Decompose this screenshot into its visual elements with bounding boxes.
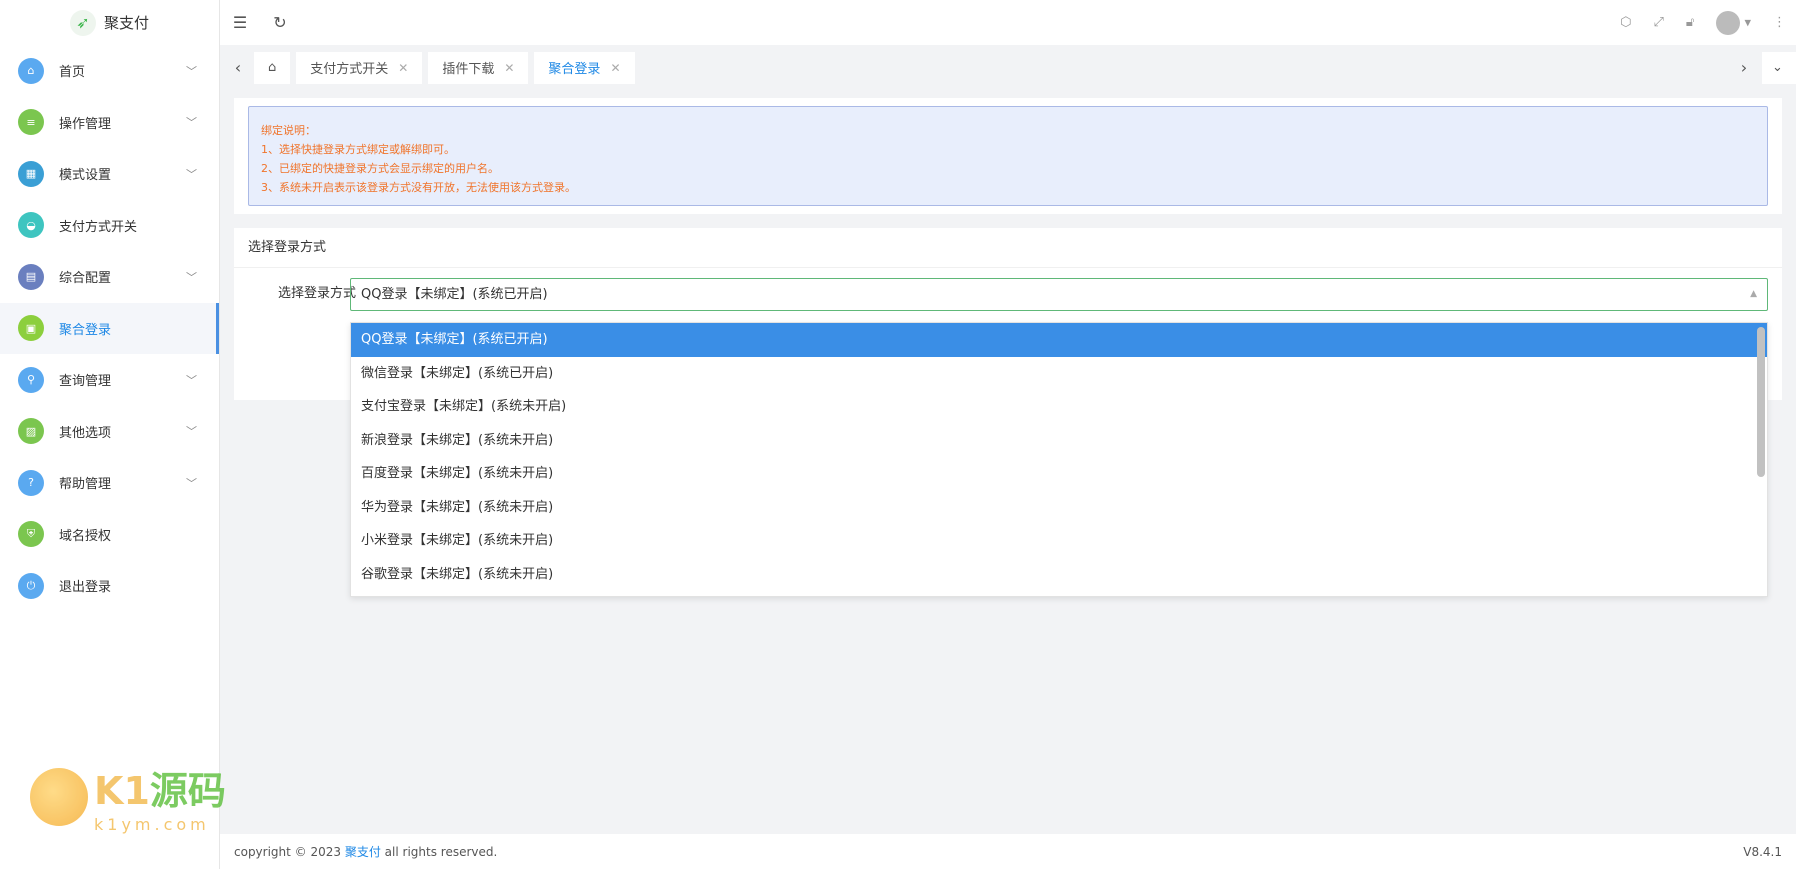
select-value: QQ登录【未绑定】(系统已开启): [361, 287, 548, 302]
version: V8.4.1: [1743, 844, 1782, 859]
sidebar-item[interactable]: ≡ 操作管理 ﹀: [0, 97, 219, 149]
watermark-logo: K1源码 k1ym.com: [30, 760, 226, 834]
tab[interactable]: 支付方式开关 ✕: [296, 51, 423, 84]
sidebar-item-label: 退出登录: [59, 580, 112, 596]
sidebar-item-label: 域名授权: [59, 528, 112, 544]
collapse-menu-icon[interactable]: ☰: [220, 13, 260, 32]
dropdown-option[interactable]: 支付宝登录【未绑定】(系统未开启): [351, 390, 1767, 424]
sidebar-item[interactable]: ▤ 综合配置 ﹀: [0, 251, 219, 303]
notice-title: 绑定说明：: [261, 124, 316, 137]
sidebar-item-label: 聚合登录: [59, 322, 112, 338]
power-icon: ⏻: [18, 572, 44, 599]
tab-home[interactable]: ⌂: [254, 51, 291, 84]
sidebar-item[interactable]: ⌂ 首页 ﹀: [0, 45, 219, 97]
help-icon: ?: [18, 469, 44, 496]
more-icon[interactable]: ⋮: [1773, 15, 1786, 30]
dropdown-option[interactable]: 华为登录【未绑定】(系统未开启): [351, 491, 1767, 525]
sidebar-item[interactable]: ⚲ 查询管理 ﹀: [0, 354, 219, 406]
sidebar-item[interactable]: ▦ 模式设置 ﹀: [0, 148, 219, 200]
book-icon: ▤: [18, 263, 44, 290]
sidebar-item[interactable]: ▨ 其他选项 ﹀: [0, 406, 219, 458]
shield-icon: ⛨: [18, 521, 44, 548]
lock-icon[interactable]: 🔓︎: [1686, 15, 1694, 30]
field-label: 选择登录方式: [277, 286, 356, 301]
avatar: [1716, 10, 1741, 35]
tabs-dropdown-icon[interactable]: ⌄: [1762, 51, 1796, 84]
chevron-down-icon: ﹀: [186, 167, 197, 181]
sidebar-item-label: 首页: [59, 65, 86, 81]
sidebar-item-label: 支付方式开关: [59, 219, 138, 235]
sidebar-item-label: 模式设置: [59, 168, 112, 184]
tab-bar: ‹ ⌂ 支付方式开关 ✕ 插件下载 ✕ 聚合登录 ✕ › ⌄: [220, 45, 1796, 90]
dropdown-option[interactable]: 新浪登录【未绑定】(系统未开启): [351, 424, 1767, 458]
sidebar-item[interactable]: ⏻ 退出登录: [0, 560, 219, 612]
chevron-down-icon: ﹀: [186, 373, 197, 387]
caret-up-icon: ▲: [1750, 289, 1757, 299]
search-icon: ⚲: [18, 366, 44, 393]
dropdown-option[interactable]: 百度登录【未绑定】(系统未开启): [351, 457, 1767, 491]
user-menu[interactable]: ▾: [1716, 10, 1751, 35]
tab-label: 聚合登录: [548, 62, 601, 77]
logo[interactable]: ➶ 聚支付: [0, 0, 219, 45]
login-icon: ▣: [18, 315, 44, 342]
copyright: copyright © 2023 聚支付 all rights reserved…: [234, 843, 497, 860]
image-icon: ▨: [18, 418, 44, 445]
sidebar-item[interactable]: ▣ 聚合登录: [0, 302, 219, 354]
sidebar-item-label: 综合配置: [59, 271, 112, 287]
sliders-icon: ≡: [18, 109, 44, 136]
notice-line: 3、系统未开启表示该登录方式没有开放，无法使用该方式登录。: [261, 181, 576, 194]
rocket-icon: ➶: [69, 9, 96, 36]
close-icon[interactable]: ✕: [398, 61, 408, 75]
home-icon: ⌂: [18, 57, 44, 84]
tab[interactable]: 插件下载 ✕: [428, 51, 529, 84]
tabs-next-icon[interactable]: ›: [1734, 58, 1754, 77]
sidebar: ➶ 聚支付 ⌂ 首页 ﹀ ≡ 操作管理 ﹀ ▦ 模式设置 ﹀ ◒ 支付方式开关 ▤ 综合配置 ﹀ ▣ 聚合登录 ⚲…: [0, 0, 220, 869]
dropdown-option[interactable]: 谷歌登录【未绑定】(系统未开启): [351, 558, 1767, 592]
grid-icon: ▦: [18, 160, 44, 187]
chevron-down-icon: ﹀: [186, 116, 197, 130]
close-icon[interactable]: ✕: [504, 61, 514, 75]
notice-line: 1、选择快捷登录方式绑定或解绑即可。: [261, 143, 455, 156]
tabs-prev-icon[interactable]: ‹: [228, 58, 248, 77]
chevron-down-icon: ﹀: [186, 476, 197, 490]
notice-panel: 绑定说明： 1、选择快捷登录方式绑定或解绑即可。 2、已绑定的快捷登录方式会显示…: [234, 98, 1782, 214]
fullscreen-icon[interactable]: ⤢: [1653, 15, 1663, 30]
sidebar-item[interactable]: ⛨ 域名授权: [0, 509, 219, 561]
sidebar-item-label: 操作管理: [59, 116, 112, 132]
chevron-down-icon: ﹀: [186, 425, 197, 439]
sidebar-item[interactable]: ? 帮助管理 ﹀: [0, 457, 219, 509]
sidebar-item-label: 其他选项: [59, 425, 112, 441]
scrollbar[interactable]: [1757, 327, 1765, 477]
footer: copyright © 2023 聚支付 all rights reserved…: [220, 834, 1796, 869]
sidebar-item[interactable]: ◒ 支付方式开关: [0, 200, 219, 252]
login-method-select[interactable]: QQ登录【未绑定】(系统已开启) ▲: [350, 278, 1768, 311]
header: ☰ ↻ ⬡ ⤢ 🔓︎ ▾ ⋮: [220, 0, 1796, 45]
tag-icon[interactable]: ⬡: [1620, 15, 1631, 30]
copyright-suffix: all rights reserved.: [380, 845, 498, 859]
dropdown-option[interactable]: 小米登录【未绑定】(系统未开启): [351, 524, 1767, 558]
dropdown-option[interactable]: QQ登录【未绑定】(系统已开启): [351, 323, 1767, 357]
sidebar-item-label: 帮助管理: [59, 477, 112, 493]
login-method-dropdown: QQ登录【未绑定】(系统已开启) 微信登录【未绑定】(系统已开启) 支付宝登录【未绑…: [350, 322, 1768, 597]
binding-notice: 绑定说明： 1、选择快捷登录方式绑定或解绑即可。 2、已绑定的快捷登录方式会显示…: [248, 106, 1768, 206]
home-icon: ⌂: [268, 60, 277, 75]
dropdown-option[interactable]: 微信登录【未绑定】(系统已开启): [351, 357, 1767, 391]
close-icon[interactable]: ✕: [610, 61, 620, 75]
notice-line: 2、已绑定的快捷登录方式会显示绑定的用户名。: [261, 162, 499, 175]
refresh-icon[interactable]: ↻: [260, 13, 300, 32]
tab-label: 插件下载: [442, 62, 495, 77]
tab[interactable]: 聚合登录 ✕: [534, 51, 635, 84]
chevron-down-icon: ﹀: [186, 64, 197, 78]
sidebar-item-label: 查询管理: [59, 374, 112, 390]
app-title: 聚支付: [103, 14, 149, 32]
chevron-down-icon: ﹀: [186, 270, 197, 284]
tab-label: 支付方式开关: [310, 62, 389, 77]
toggle-icon: ◒: [18, 212, 44, 239]
card-title: 选择登录方式: [234, 228, 1782, 268]
brand-link[interactable]: 聚支付: [345, 845, 381, 859]
copyright-prefix: copyright © 2023: [234, 845, 345, 859]
